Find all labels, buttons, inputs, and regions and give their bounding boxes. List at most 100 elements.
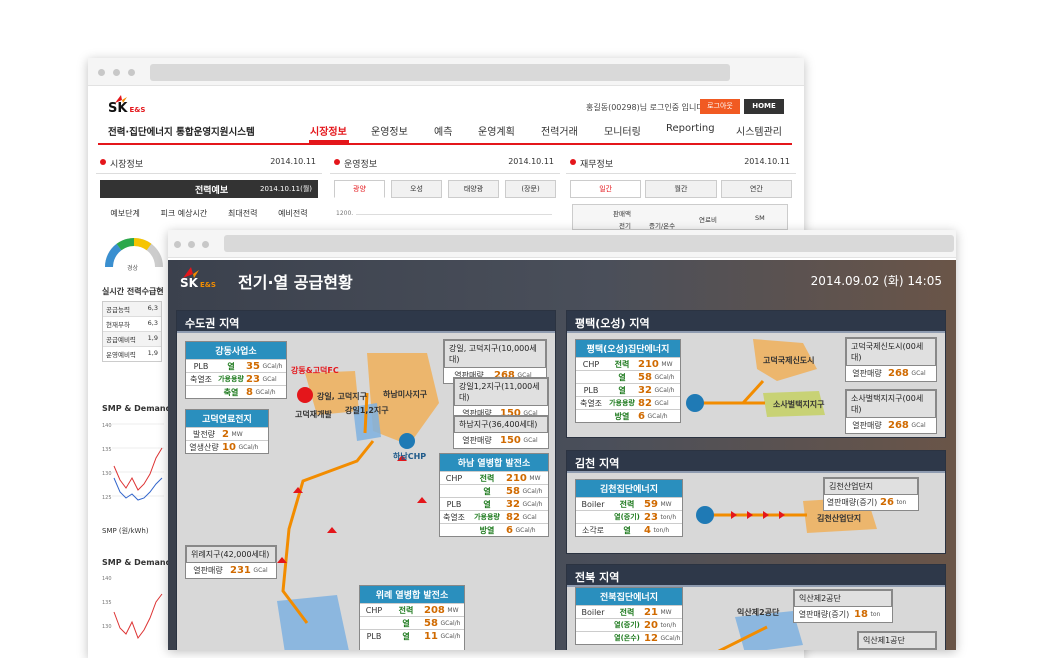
jeonbuk-map[interactable]: 익산제2공단 전북집단에너지 Boiler 전력 21 MW 열(증기) 20 ton… bbox=[567, 587, 945, 650]
wirye-consumer-box[interactable]: 위례지구(42,000세대) 열판매량 231 GCal bbox=[185, 545, 277, 579]
nav-operation-plan[interactable]: 운영계획 bbox=[478, 123, 515, 138]
row-unit: GCal/h bbox=[522, 487, 543, 495]
nav-reporting[interactable]: Reporting bbox=[666, 123, 715, 134]
row-unit: GCal bbox=[262, 375, 277, 383]
nav-monitoring[interactable]: 모니터링 bbox=[604, 123, 641, 138]
row-value: 23 bbox=[644, 511, 658, 523]
row-unit: MW bbox=[447, 606, 459, 614]
row-sub: 가용용량 bbox=[474, 513, 500, 521]
row-label: Boiler bbox=[581, 499, 605, 509]
panel-date: 2014.10.11 bbox=[270, 157, 316, 166]
address-bar[interactable] bbox=[224, 235, 954, 252]
home-button[interactable]: HOME bbox=[744, 99, 784, 114]
window-dot-icon[interactable] bbox=[113, 69, 120, 76]
row-label: PLB bbox=[583, 385, 599, 395]
tab-daily[interactable]: 일간 bbox=[570, 180, 642, 198]
es-logo-text: E&S bbox=[199, 281, 216, 289]
map-label: 강일, 고덕지구 bbox=[317, 392, 367, 401]
row-value: 210 bbox=[638, 358, 659, 370]
box-title: 김천산업단지 bbox=[824, 478, 918, 495]
login-status: 홍길동(00298)님 로그인중 입니다. bbox=[586, 103, 707, 112]
box-title: 강일, 고덕지구(10,000세대) bbox=[444, 340, 546, 368]
row-unit: MW bbox=[661, 360, 673, 368]
gimcheon-map[interactable]: 김천산업단지 김천집단에너지 Boiler 전력 59 MW 열(증기) 23 ton… bbox=[567, 473, 945, 553]
table-header: 증기/온수 bbox=[649, 222, 676, 230]
iksan1-consumer-box[interactable]: 익산제1공단 bbox=[857, 631, 937, 650]
iksan2-consumer-box[interactable]: 익산제2공단 열판매량(증기) 18 ton bbox=[793, 589, 893, 623]
row-unit: MW bbox=[231, 430, 243, 438]
tab-yearly[interactable]: 연간 bbox=[720, 180, 792, 198]
sk-logo[interactable]: SK E&S bbox=[180, 276, 216, 290]
nav-operation-info[interactable]: 운영정보 bbox=[371, 123, 408, 138]
jeonbuk-section: 전북 지역 익산제2공단 전북집단에너지 Boiler 전력 21 MW 열(증기)… bbox=[566, 564, 946, 650]
smp-title: SMP & Demand bbox=[102, 404, 172, 413]
window-dot-icon[interactable] bbox=[202, 241, 209, 248]
row-value: 12 bbox=[644, 632, 658, 644]
gimcheon-industrial-consumer-box[interactable]: 김천산업단지 열판매량(증기) 26 ton bbox=[823, 477, 919, 511]
box-title: 강동사업소 bbox=[186, 342, 286, 359]
gridline bbox=[356, 214, 552, 215]
svg-text:140: 140 bbox=[102, 423, 112, 429]
nav-power-trading[interactable]: 전력거래 bbox=[541, 123, 578, 138]
row-unit: GCal/h bbox=[440, 632, 461, 640]
svg-text:140: 140 bbox=[102, 576, 112, 582]
tab-solar[interactable]: 태양광 bbox=[448, 180, 499, 198]
row-unit: ton bbox=[896, 499, 907, 506]
table-cell: 6,3 bbox=[147, 304, 158, 312]
row-unit: GCal/h bbox=[238, 443, 259, 451]
page-title: 전기·열 공급현황 bbox=[238, 273, 353, 292]
metro-map[interactable]: 강동&고덕FC 강일, 고덕지구 하남미사지구 고덕재개발 강일1,2지구 하남… bbox=[177, 333, 555, 650]
row-unit: GCal/h bbox=[515, 526, 536, 534]
window-dot-icon[interactable] bbox=[188, 241, 195, 248]
table-cell: 공급예비력 bbox=[106, 336, 136, 344]
row-unit: GCal bbox=[911, 422, 926, 429]
row-unit: GCal/h bbox=[654, 373, 675, 381]
box-title: 익산제2공단 bbox=[794, 590, 892, 607]
hanam-consumer-box[interactable]: 하남지구(36,400세대) 열판매량 150 GCal bbox=[453, 415, 549, 449]
row-label: CHP bbox=[582, 359, 600, 369]
godeok-intl-consumer-box[interactable]: 고덕국제신도시(00세대) 열판매량 268 GCal bbox=[845, 337, 937, 382]
gangdong-box[interactable]: 강동사업소 PLB 열 35 GCal/h 축열조 가용용량 23 GCal 축열 8 G… bbox=[185, 341, 287, 399]
table-cell: 1,9 bbox=[147, 349, 158, 357]
hanam-plant-box[interactable]: 하남 열병합 발전소 CHP 전력 210 MW 열 58 GCal/h PLB 열 32… bbox=[439, 453, 549, 537]
address-bar[interactable] bbox=[150, 64, 730, 81]
row-unit: GCal/h bbox=[647, 412, 668, 420]
wirye-plant-box[interactable]: 위례 열병합 발전소 CHP 전력 208 MW 열 58 GCal/h PLB 열 11… bbox=[359, 585, 465, 650]
row-label: 축열조 bbox=[579, 398, 603, 408]
gimcheon-section: 김천 지역 김천산업단지 김천집단에너지 Boiler 전력 59 MW 열(증기)… bbox=[566, 450, 946, 554]
panel-date: 2014.10.11 bbox=[744, 157, 790, 166]
pyeongtaek-plant-box[interactable]: 평택(오성)집단에너지 CHP 전력 210 MW 열 58 GCal/h PLB 열 3… bbox=[575, 339, 681, 423]
row-value: 4 bbox=[644, 524, 651, 536]
logout-button[interactable]: 로그아웃 bbox=[700, 99, 740, 114]
pyeongtaek-map[interactable]: 고덕국제신도시 소사벌택지지구 평택(오성)집단에너지 CHP 전력 210 MW … bbox=[567, 333, 945, 437]
market-table: 공급능력 6,3 현재부하 6,3 공급예비력 1,9 운영예비력 1,9 bbox=[102, 301, 162, 362]
row-value: 21 bbox=[644, 606, 658, 618]
jeonbuk-plant-box[interactable]: 전북집단에너지 Boiler 전력 21 MW 열(증기) 20 ton/h 열(온수… bbox=[575, 587, 683, 645]
godeok-fuelcell-box[interactable]: 고덕연료전지 발전량 2 MW 열생산량 10 GCal/h bbox=[185, 409, 269, 454]
row-label: 열판매량 bbox=[193, 566, 223, 575]
window-dot-icon[interactable] bbox=[98, 69, 105, 76]
row-unit: ton/h bbox=[653, 526, 670, 534]
table-cell: 1,9 bbox=[147, 334, 158, 342]
row-unit: GCal bbox=[654, 399, 669, 407]
row-label: PLB bbox=[446, 499, 462, 509]
window-dot-icon[interactable] bbox=[174, 241, 181, 248]
window-dot-icon[interactable] bbox=[128, 69, 135, 76]
tab-oseong[interactable]: 오성 bbox=[391, 180, 442, 198]
tab-gwangyang[interactable]: 광양 bbox=[334, 180, 385, 198]
row-value: 82 bbox=[506, 511, 520, 523]
bullet-icon bbox=[570, 159, 576, 165]
table-header: SM bbox=[755, 214, 765, 222]
table-header: 판매액 bbox=[613, 210, 631, 218]
panel-title: 운영정보 bbox=[344, 160, 378, 170]
tab-monthly[interactable]: 월간 bbox=[645, 180, 717, 198]
box-title: 평택(오성)집단에너지 bbox=[576, 340, 680, 357]
tab-jangmun[interactable]: (장문) bbox=[505, 180, 556, 198]
nav-market-info[interactable]: 시장정보 bbox=[310, 123, 347, 138]
nav-forecast[interactable]: 예측 bbox=[434, 123, 452, 138]
sosabeol-consumer-box[interactable]: 소사벌택지지구(00세대) 열판매량 268 GCal bbox=[845, 389, 937, 434]
column-header: 예보단계 bbox=[110, 209, 140, 218]
nav-system-admin[interactable]: 시스템관리 bbox=[736, 123, 782, 138]
gimcheon-plant-box[interactable]: 김천집단에너지 Boiler 전력 59 MW 열(증기) 23 ton/h 소각로 열… bbox=[575, 479, 683, 537]
row-unit: MW bbox=[660, 608, 672, 616]
